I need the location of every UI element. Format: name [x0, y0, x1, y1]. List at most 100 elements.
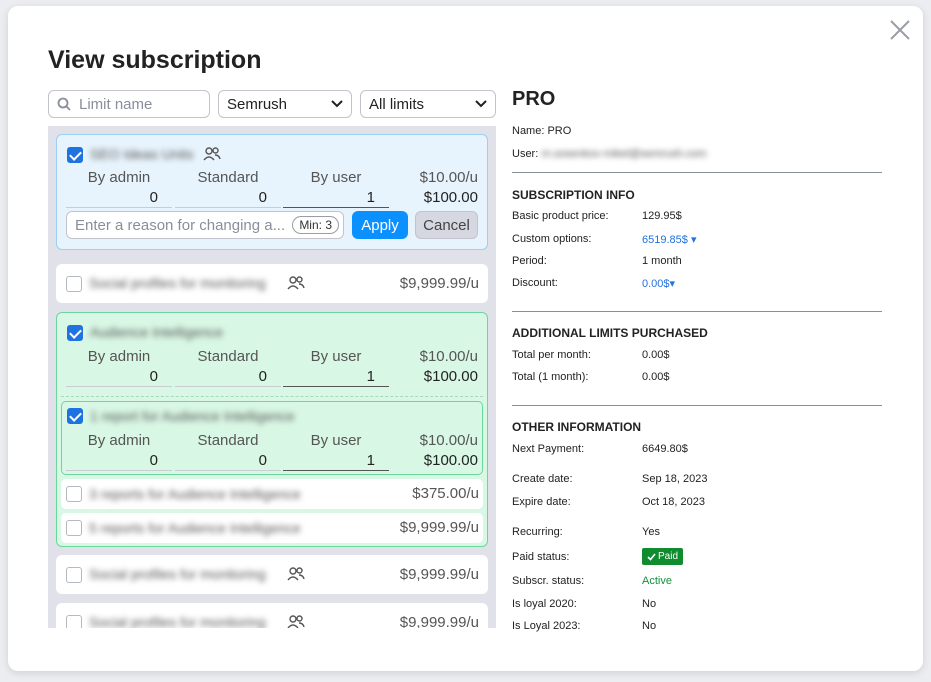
chevron-down-icon [331, 100, 343, 108]
sublimit-card-5-reports[interactable]: 5 reports for Audience Intelligence $9,9… [61, 513, 483, 543]
divider [66, 386, 172, 387]
chevron-down-icon [475, 100, 487, 108]
limit-name: Social profiles for monitoring [89, 566, 266, 582]
limit-checkbox[interactable] [66, 615, 82, 628]
limit-card-social-profiles[interactable]: Social profiles for monitoring $9,999.99… [56, 555, 488, 594]
discount-value: 0.00$ [642, 278, 670, 290]
section-divider [512, 405, 882, 406]
caret-down-icon: ▾ [669, 278, 676, 290]
caret-down-icon: ▾ [687, 234, 697, 246]
by-user-label: By user [310, 169, 362, 186]
loyal-2023-value: No [642, 620, 657, 632]
section-divider [512, 172, 882, 173]
limit-search-input[interactable] [79, 95, 199, 113]
divider [66, 470, 172, 471]
loyal-2020-label: Is loyal 2020: [512, 598, 577, 610]
plan-name-value: PRO [547, 125, 572, 137]
limit-checkbox[interactable] [67, 147, 83, 163]
next-payment-label: Next Payment: [512, 443, 585, 455]
limit-price: $10.00/u [419, 432, 478, 449]
limit-card-social-profiles[interactable]: Social profiles for monitoring $9,999.99… [56, 603, 488, 628]
product-select-value: Semrush [227, 95, 288, 113]
apply-button[interactable]: Apply [352, 211, 408, 239]
users-icon [287, 276, 305, 290]
recurring-label: Recurring: [512, 526, 563, 538]
divider [175, 386, 281, 387]
limits-list[interactable]: SEO Ideas Units By admin Standard By use… [48, 126, 496, 628]
limit-name: Audience Intelligence [90, 324, 224, 340]
limit-checkbox[interactable] [66, 520, 82, 536]
limits-select[interactable]: All limits [360, 90, 496, 118]
by-user-input[interactable]: 1 [283, 368, 389, 385]
subscription-info-heading: SUBSCRIPTION INFO [512, 188, 635, 202]
plan-user-value: m.sosenkov-mikel@semrush.com [541, 148, 707, 160]
limit-total: $100.00 [423, 452, 478, 469]
basic-price-value: 129.95$ [642, 210, 682, 222]
by-admin-value: 0 [149, 452, 158, 469]
limit-price: $375.00/u [412, 485, 479, 502]
limit-name: 3 reports for Audience Intelligence [89, 486, 301, 502]
loyal-2020-value: No [642, 598, 657, 610]
custom-options-label: Custom options: [512, 233, 592, 245]
limit-card-audience-intelligence: Audience Intelligence By admin Standard … [56, 312, 488, 547]
discount-toggle[interactable]: 0.00$▾ [642, 277, 675, 290]
limit-checkbox[interactable] [67, 325, 83, 341]
limit-checkbox[interactable] [66, 276, 82, 292]
change-reason-placeholder: Enter a reason for changing a... [75, 216, 286, 234]
limit-checkbox[interactable] [66, 567, 82, 583]
limit-price: $9,999.99/u [399, 566, 479, 583]
custom-options-toggle[interactable]: 6519.85$ ▾ [642, 233, 696, 246]
cancel-button[interactable]: Cancel [415, 211, 478, 239]
divider [66, 207, 172, 208]
plan-user-row: User: m.sosenkov-mikel@semrush.com [512, 148, 707, 160]
limit-checkbox[interactable] [67, 408, 83, 424]
subscr-status-label: Subscr. status: [512, 575, 585, 587]
close-icon[interactable] [889, 19, 911, 41]
users-icon [287, 567, 305, 581]
plan-name-row: Name: PRO [512, 125, 571, 137]
by-admin-label: By admin [87, 169, 151, 186]
section-divider [512, 311, 882, 312]
search-icon [57, 97, 71, 111]
period-label: Period: [512, 255, 547, 267]
sublimit-card-3-reports[interactable]: 3 reports for Audience Intelligence $375… [61, 479, 483, 509]
product-select[interactable]: Semrush [218, 90, 352, 118]
divider [283, 470, 389, 471]
by-user-label: By user [310, 432, 362, 449]
limit-name: Social profiles for monitoring [89, 275, 266, 291]
discount-label: Discount: [512, 277, 558, 289]
other-info-heading: OTHER INFORMATION [512, 420, 642, 434]
divider [283, 207, 389, 208]
by-user-input[interactable]: 1 [283, 452, 389, 469]
custom-options-value: 6519.85$ [642, 234, 688, 246]
limit-price: $9,999.99/u [399, 614, 479, 628]
limit-search-field[interactable] [48, 90, 210, 118]
next-payment-value: 6649.80$ [642, 443, 688, 455]
dialog-title: View subscription [48, 46, 262, 74]
subscription-dialog: View subscription Semrush All limits SEO… [8, 6, 923, 671]
standard-label: Standard [197, 348, 259, 365]
by-admin-label: By admin [87, 432, 151, 449]
limit-total: $100.00 [423, 368, 478, 385]
limits-select-value: All limits [369, 95, 424, 113]
check-icon [647, 552, 656, 561]
total-1-month-label: Total (1 month): [512, 371, 589, 383]
group-divider [61, 396, 483, 397]
total-per-month-label: Total per month: [512, 349, 591, 361]
standard-value: 0 [258, 368, 267, 385]
limit-card-social-profiles[interactable]: Social profiles for monitoring $9,999.99… [56, 264, 488, 303]
by-admin-label: By admin [87, 348, 151, 365]
total-1-month-value: 0.00$ [642, 371, 670, 383]
divider [175, 470, 281, 471]
change-reason-input[interactable]: Enter a reason for changing a... Min: 3 [66, 211, 344, 239]
expire-date-label: Expire date: [512, 496, 571, 508]
plan-title: PRO [512, 88, 556, 110]
paid-status-badge: Paid [642, 548, 684, 565]
limit-checkbox[interactable] [66, 486, 82, 502]
plan-name-label: Name: [512, 125, 545, 137]
recurring-value: Yes [642, 526, 660, 538]
by-user-input[interactable]: 1 [283, 189, 389, 206]
standard-value: 0 [258, 189, 267, 206]
additional-limits-heading: ADDITIONAL LIMITS PURCHASED [512, 326, 708, 340]
limit-name: 1 report for Audience Intelligence [90, 408, 295, 424]
